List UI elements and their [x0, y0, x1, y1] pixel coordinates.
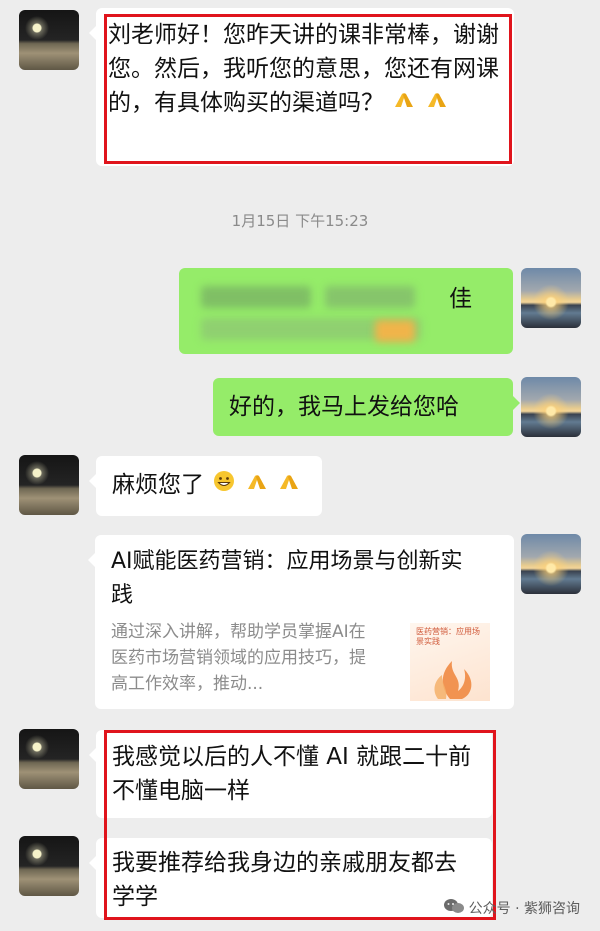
timestamp: 1月15日 下午15:23 — [231, 212, 369, 230]
share-card-thumbnail: 医药营销：应用场景实践 — [410, 623, 490, 701]
user-avatar[interactable] — [521, 377, 581, 437]
user-avatar[interactable] — [521, 534, 581, 594]
folded-hands-icon — [245, 469, 269, 503]
message-bubble-incoming[interactable]: 刘老师好！您昨天讲的课非常棒，谢谢您。然后，我听您的意思，您还有网课的，有具体购… — [89, 8, 514, 166]
message-bubble-outgoing-blurred[interactable]: 佳 — [179, 268, 513, 354]
message-bubble-incoming[interactable]: 我要推荐给我身边的亲戚朋友都去学学 — [89, 838, 492, 918]
message-bubble-outgoing[interactable]: 好的，我马上发给您哈 — [213, 378, 520, 436]
message-bubble-incoming[interactable]: 麻烦您了 — [89, 456, 322, 516]
blurred-text — [325, 286, 415, 308]
message-text: 好的，我马上发给您哈 — [229, 394, 459, 420]
share-card-title: AI赋能医药营销：应用场景与创新实践 — [111, 549, 463, 608]
contact-avatar[interactable] — [19, 455, 79, 515]
watermark: 公众号 · 紫狮咨询 — [443, 897, 580, 919]
user-avatar[interactable] — [521, 268, 581, 328]
contact-avatar[interactable] — [19, 10, 79, 70]
folded-hands-icon — [425, 87, 449, 121]
partial-visible-text: 佳 — [449, 286, 472, 312]
grinning-face-icon — [212, 469, 236, 503]
share-card[interactable]: AI赋能医药营销：应用场景与创新实践 通过深入讲解，帮助学员掌握AI在医药市场营… — [88, 535, 514, 709]
wechat-icon — [443, 897, 465, 919]
folded-hands-icon — [392, 87, 416, 121]
blurred-text — [201, 286, 311, 308]
message-text: 我要推荐给我身边的亲戚朋友都去学学 — [112, 850, 457, 910]
message-bubble-incoming[interactable]: 我感觉以后的人不懂 AI 就跟二十前不懂电脑一样 — [89, 730, 492, 818]
flame-logo-icon — [434, 661, 472, 699]
blurred-text — [375, 320, 415, 342]
thumbnail-text: 医药营销：应用场景实践 — [416, 627, 480, 646]
message-text: 我感觉以后的人不懂 AI 就跟二十前不懂电脑一样 — [112, 744, 472, 804]
contact-avatar[interactable] — [19, 836, 79, 896]
message-text: 麻烦您了 — [112, 472, 204, 498]
folded-hands-icon — [277, 469, 301, 503]
share-card-description: 通过深入讲解，帮助学员掌握AI在医药市场营销领域的应用技巧，提高工作效率，推动.… — [111, 622, 366, 694]
watermark-text: 公众号 · 紫狮咨询 — [468, 901, 580, 917]
contact-avatar[interactable] — [19, 729, 79, 789]
